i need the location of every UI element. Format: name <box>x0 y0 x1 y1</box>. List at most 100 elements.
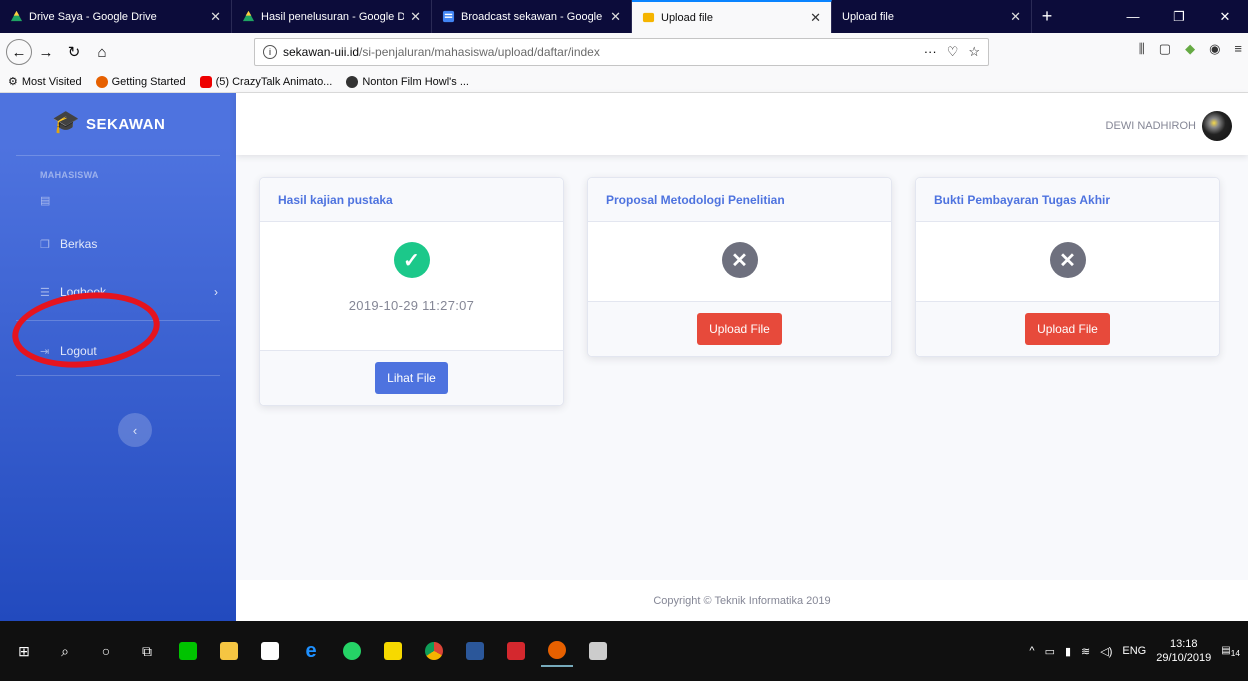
url-bar[interactable]: i sekawan-uii.id/si-penjaluran/mahasiswa… <box>254 38 989 66</box>
google-drive-icon <box>242 10 255 22</box>
browser-tab-docs[interactable]: Broadcast sekawan - Google Do ✕ <box>432 0 632 33</box>
extension-icon[interactable]: ◆ <box>1185 41 1195 57</box>
bookmark-label: Most Visited <box>21 75 82 88</box>
firefox-icon[interactable] <box>541 635 573 667</box>
restore-icon[interactable]: ❐ <box>1156 0 1202 33</box>
chrome-icon[interactable] <box>418 635 450 667</box>
forward-arrow-icon[interactable]: → <box>32 38 60 66</box>
tab-label: Hasil penelusuran - Google Dri <box>261 10 405 23</box>
close-icon[interactable]: ✕ <box>1010 9 1021 25</box>
page-footer: Copyright © Teknik Informatika 2019 <box>236 580 1248 621</box>
upload-file-button[interactable]: Upload File <box>1025 313 1110 345</box>
close-icon[interactable]: ✕ <box>410 9 421 25</box>
acrobat-icon[interactable] <box>500 635 532 667</box>
browser-nav-bar: ← → ↻ ⌂ i sekawan-uii.id/si-penjaluran/m… <box>0 33 1248 71</box>
minimize-icon[interactable]: — <box>1110 0 1156 33</box>
tab-label: Broadcast sekawan - Google Do <box>461 10 605 23</box>
tab-label: Drive Saya - Google Drive <box>29 10 157 23</box>
upload-file-button[interactable]: Upload File <box>697 313 782 345</box>
bookmark-howl[interactable]: Nonton Film Howl's ... <box>346 75 469 88</box>
windows-taskbar: ⊞ ⌕ ○ ⧉ e ^ ▭ ▮ ≋ ◁) ENG 13:18 29/10/201… <box>0 621 1248 681</box>
info-icon[interactable]: i <box>263 45 277 59</box>
copyright-text: Copyright © Teknik Informatika 2019 <box>653 594 831 607</box>
windows-start-icon[interactable]: ⊞ <box>8 635 40 667</box>
upload-icon: ▤ <box>40 194 51 207</box>
card-footer: Upload File <box>916 301 1219 356</box>
sticky-notes-icon[interactable] <box>377 635 409 667</box>
browser-tab-search[interactable]: Hasil penelusuran - Google Dri ✕ <box>232 0 432 33</box>
window-controls: — ❐ ✕ <box>1110 0 1248 33</box>
sidebar-toggle-icon[interactable]: ▢ <box>1159 41 1171 57</box>
library-icon[interactable]: ⫼ <box>1139 41 1145 57</box>
bookmark-most-visited[interactable]: ⚙ Most Visited <box>8 75 82 89</box>
gear-icon: ⚙ <box>8 76 18 88</box>
card-body: ✓ 2019-10-29 11:27:07 <box>260 222 563 350</box>
card-proposal: Proposal Metodologi Penelitian ✕ Upload … <box>587 177 892 357</box>
word-icon[interactable] <box>459 635 491 667</box>
card-hasil-kajian: Hasil kajian pustaka ✓ 2019-10-29 11:27:… <box>259 177 564 406</box>
close-icon[interactable]: ✕ <box>810 10 821 26</box>
photos-icon[interactable] <box>582 635 614 667</box>
card-footer: Lihat File <box>260 350 563 405</box>
tab-label: Upload file <box>661 11 713 24</box>
network-icon[interactable]: ▭ <box>1045 645 1055 658</box>
reload-icon[interactable]: ↻ <box>60 38 88 66</box>
avatar <box>1202 111 1232 141</box>
close-icon[interactable]: ✕ <box>610 9 621 25</box>
system-tray: ^ ▭ ▮ ≋ ◁) ENG 13:18 29/10/2019 ▤14 <box>1029 621 1240 681</box>
search-icon[interactable]: ⌕ <box>49 635 81 667</box>
firefox-icon <box>95 75 108 88</box>
browser-tab-bar: Drive Saya - Google Drive ✕ Hasil penelu… <box>0 0 1248 33</box>
clock-time: 13:18 <box>1169 638 1198 650</box>
wifi-icon[interactable]: ≋ <box>1081 645 1090 658</box>
chevron-up-icon[interactable]: ^ <box>1029 645 1034 657</box>
back-arrow-icon[interactable]: ← <box>6 39 32 65</box>
new-tab-icon[interactable]: + <box>1032 0 1062 33</box>
bookmark-crazytalk[interactable]: (5) CrazyTalk Animato... <box>199 75 333 88</box>
close-window-icon[interactable]: ✕ <box>1202 0 1248 33</box>
line-app-icon[interactable] <box>172 635 204 667</box>
user-menu[interactable]: DEWI NADHIROH <box>1106 111 1232 141</box>
file-explorer-icon[interactable] <box>213 635 245 667</box>
sidebar-divider <box>16 375 220 376</box>
sidebar-brand[interactable]: 🎓 SEKAWAN <box>0 93 236 155</box>
bookmark-label: (5) CrazyTalk Animato... <box>215 75 333 88</box>
google-drive-icon <box>10 10 23 22</box>
account-icon[interactable]: ◉ <box>1209 41 1220 57</box>
notifications-icon[interactable]: ▤14 <box>1221 645 1240 658</box>
browser-tab-drive[interactable]: Drive Saya - Google Drive ✕ <box>0 0 232 33</box>
more-icon[interactable]: ··· <box>924 44 937 60</box>
bookmark-getting-started[interactable]: Getting Started <box>95 75 186 88</box>
bookmark-label: Nonton Film Howl's ... <box>362 75 469 88</box>
times-circle-icon: ✕ <box>721 242 758 278</box>
main-content: Hasil kajian pustaka ✓ 2019-10-29 11:27:… <box>236 155 1248 580</box>
store-icon[interactable] <box>254 635 286 667</box>
sidebar: 🎓 SEKAWAN MAHASISWA ▤ ❐ Berkas ☰ Logbook… <box>0 93 236 621</box>
browser-tab-upload[interactable]: Upload file ✕ <box>832 0 1032 33</box>
clock[interactable]: 13:18 29/10/2019 <box>1156 637 1211 665</box>
home-icon[interactable]: ⌂ <box>88 38 116 66</box>
sidebar-toggle-button[interactable]: ‹ <box>118 413 152 447</box>
close-icon[interactable]: ✕ <box>210 9 221 25</box>
edge-icon[interactable]: e <box>295 635 327 667</box>
list-icon: ☰ <box>40 286 50 299</box>
cortana-icon[interactable]: ○ <box>90 635 122 667</box>
pocket-icon[interactable]: ♡ <box>947 44 959 60</box>
graduation-cap-icon: 🎓 <box>52 109 80 134</box>
chevron-right-icon: › <box>214 285 218 299</box>
lihat-file-button[interactable]: Lihat File <box>375 362 448 394</box>
menu-icon[interactable]: ≡ <box>1234 41 1242 57</box>
url-host: sekawan-uii.id <box>283 45 360 59</box>
language-indicator[interactable]: ENG <box>1122 645 1146 657</box>
sidebar-item-upload[interactable]: ▤ <box>0 180 236 220</box>
times-circle-icon: ✕ <box>1049 242 1086 278</box>
bookmark-star-icon[interactable]: ☆ <box>968 44 980 60</box>
browser-tab-upload-active[interactable]: Upload file ✕ <box>632 0 832 33</box>
battery-icon[interactable]: ▮ <box>1065 645 1071 658</box>
sidebar-item-berkas[interactable]: ❐ Berkas <box>0 220 236 268</box>
task-view-icon[interactable]: ⧉ <box>131 635 163 667</box>
whatsapp-icon[interactable] <box>336 635 368 667</box>
volume-icon[interactable]: ◁) <box>1100 645 1112 658</box>
youtube-icon <box>199 75 212 88</box>
sidebar-item-label: Berkas <box>60 237 98 251</box>
